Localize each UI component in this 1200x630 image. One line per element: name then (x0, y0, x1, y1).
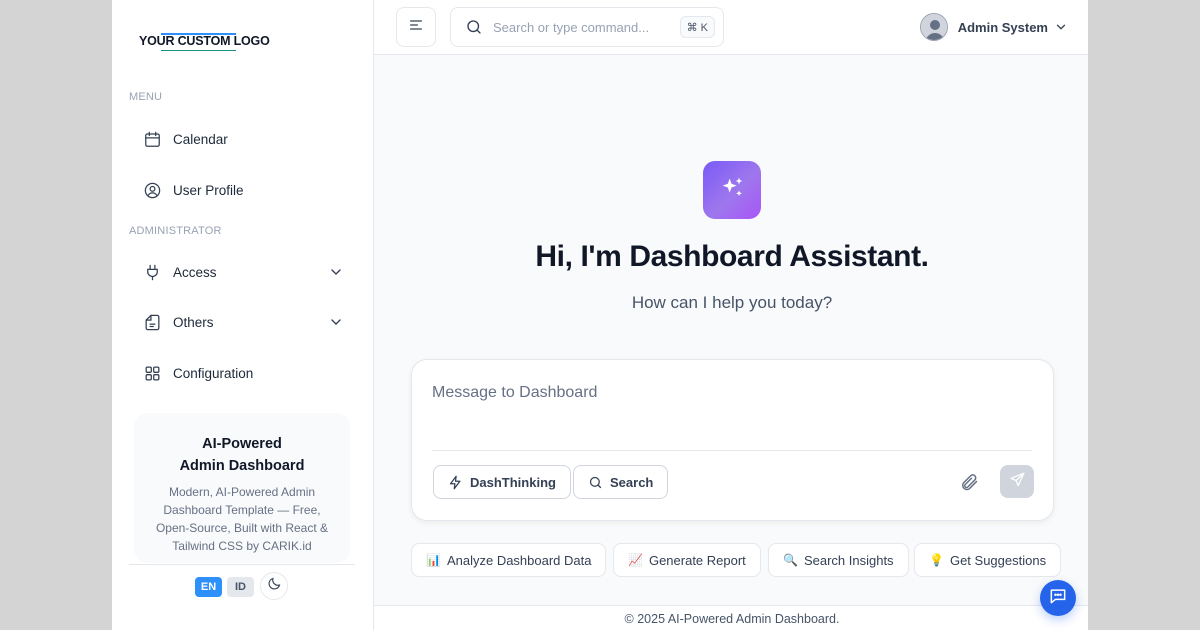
main-content: ⌘ K Admin System Hi, I'm Dashboard Assis… (374, 0, 1088, 630)
magnifier-icon: 🔍 (783, 553, 798, 567)
dashthinking-button[interactable]: DashThinking (433, 465, 571, 499)
user-name: Admin System (957, 19, 1048, 35)
search-icon (588, 475, 603, 490)
bolt-icon (448, 475, 463, 490)
app-window: YOUR CUSTOM LOGO MENU Calendar User Prof… (102, 0, 1098, 630)
user-circle-icon (142, 180, 162, 200)
plug-icon (142, 262, 162, 282)
chart-icon: 📊 (426, 553, 441, 567)
sidebar-item-configuration[interactable]: Configuration (132, 355, 352, 391)
composer-divider (432, 450, 1032, 451)
promo-description: Modern, AI-Powered Admin Dashboard Templ… (155, 485, 329, 553)
chevron-down-icon[interactable] (328, 264, 344, 280)
promo-title-line1: AI-Powered (202, 436, 282, 452)
promo-title-line2: Admin Dashboard (179, 458, 305, 474)
command-search[interactable]: ⌘ K (450, 7, 724, 47)
suggestion-label: Get Suggestions (949, 552, 1047, 568)
administrator-section-label: ADMINISTRATOR (129, 225, 222, 237)
chat-composer: DashThinking Search (411, 359, 1054, 521)
suggestion-generate-report[interactable]: 📈 Generate Report (613, 543, 761, 577)
sidebar-item-access[interactable]: Access (132, 254, 352, 290)
assistant-logo (703, 161, 761, 219)
search-mode-button[interactable]: Search (573, 465, 669, 499)
moon-icon (267, 576, 282, 596)
top-header: ⌘ K Admin System (374, 0, 1088, 55)
brand-logo[interactable]: YOUR CUSTOM LOGO (139, 33, 270, 51)
sidebar-item-label: Access (173, 264, 217, 280)
chevron-down-icon (1054, 20, 1068, 34)
document-icon (142, 312, 162, 332)
chat-launcher-button[interactable] (1040, 580, 1076, 616)
promo-card: AI-Powered Admin Dashboard Modern, AI-Po… (134, 413, 350, 563)
dashthinking-label: DashThinking (470, 474, 556, 490)
assistant-headline: Hi, I'm Dashboard Assistant. (535, 240, 929, 273)
page-footer: © 2025 AI-Powered Admin Dashboard. (374, 605, 1088, 630)
paperclip-icon[interactable] (959, 472, 981, 494)
sidebar-item-label: Configuration (173, 365, 254, 381)
menu-toggle-button[interactable] (396, 7, 436, 47)
grid-icon (142, 363, 162, 383)
sidebar-item-others[interactable]: Others (132, 304, 352, 340)
avatar (919, 13, 948, 41)
lightbulb-icon: 💡 (929, 553, 944, 567)
message-input[interactable] (432, 384, 1032, 444)
menu-icon (408, 17, 424, 38)
suggestion-label: Search Insights (803, 552, 894, 568)
search-mode-label: Search (610, 474, 654, 490)
sidebar-footer: EN ID (129, 564, 355, 605)
suggestion-search-insights[interactable]: 🔍 Search Insights (768, 543, 909, 577)
suggestion-label: Analyze Dashboard Data (446, 552, 592, 568)
assistant-subheadline: How can I help you today? (631, 293, 833, 312)
search-input[interactable] (493, 19, 663, 35)
suggestion-get-suggestions[interactable]: 💡 Get Suggestions (914, 543, 1062, 577)
search-icon (465, 18, 483, 36)
theme-toggle-button[interactable] (260, 572, 288, 600)
sidebar-item-calendar[interactable]: Calendar (132, 121, 352, 157)
chat-bubble-icon (1048, 586, 1068, 611)
shortcut-badge: ⌘ K (679, 16, 715, 38)
trend-icon: 📈 (628, 553, 643, 567)
calendar-icon (142, 129, 162, 149)
language-id-button[interactable]: ID (227, 577, 254, 597)
sidebar-item-label: Others (173, 314, 214, 330)
send-button[interactable] (1000, 465, 1034, 498)
suggestion-analyze-dashboard-data[interactable]: 📊 Analyze Dashboard Data (411, 543, 607, 577)
sidebar: YOUR CUSTOM LOGO MENU Calendar User Prof… (112, 0, 374, 630)
sidebar-item-label: Calendar (173, 131, 228, 147)
sparkles-icon (718, 174, 746, 207)
menu-section-label: MENU (129, 91, 163, 103)
language-en-button[interactable]: EN (195, 577, 222, 597)
suggestion-label: Generate Report (648, 552, 746, 568)
sidebar-item-user-profile[interactable]: User Profile (132, 172, 352, 208)
sidebar-item-label: User Profile (173, 182, 244, 198)
user-menu[interactable]: Admin System (919, 13, 1068, 41)
send-icon (1009, 471, 1026, 493)
chevron-down-icon[interactable] (328, 314, 344, 330)
